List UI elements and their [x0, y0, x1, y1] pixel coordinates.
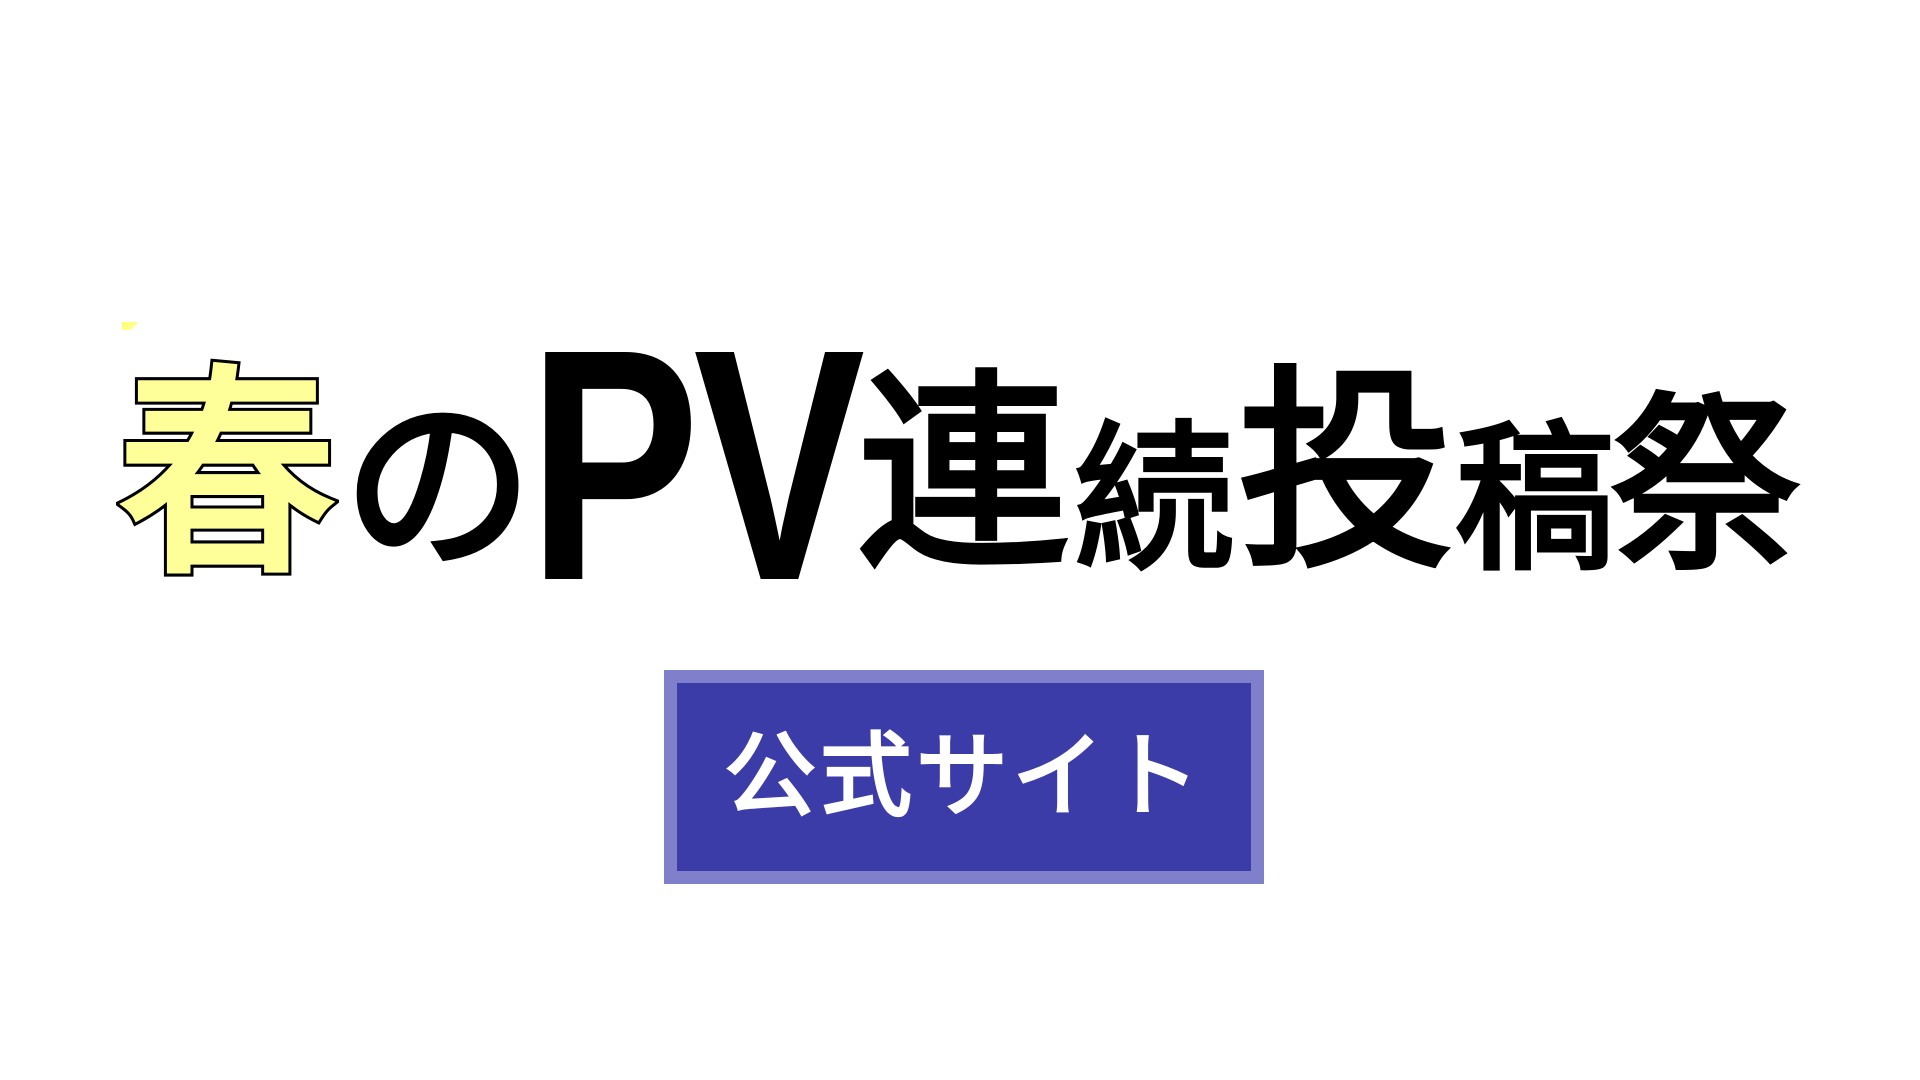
title-pv: PV	[528, 280, 865, 649]
page: 春 の PV 連 続 投 稿 祭 公式サイト	[0, 0, 1920, 1080]
official-site-button[interactable]: 公式サイト	[664, 670, 1264, 884]
title-char-tou: 投	[1238, 347, 1453, 598]
title-char-zoku: 続	[1074, 406, 1235, 593]
official-site-button-label: 公式サイト	[723, 723, 1204, 830]
title-char-no: の	[343, 376, 534, 597]
title-char-kou: 稿	[1455, 406, 1616, 593]
title-char-sai: 祭	[1610, 376, 1801, 597]
title-char-ren: 連	[858, 352, 1069, 597]
page-title: 春 の PV 連 続 投 稿 祭	[115, 300, 1818, 630]
title-char-haru: 春	[115, 347, 339, 606]
